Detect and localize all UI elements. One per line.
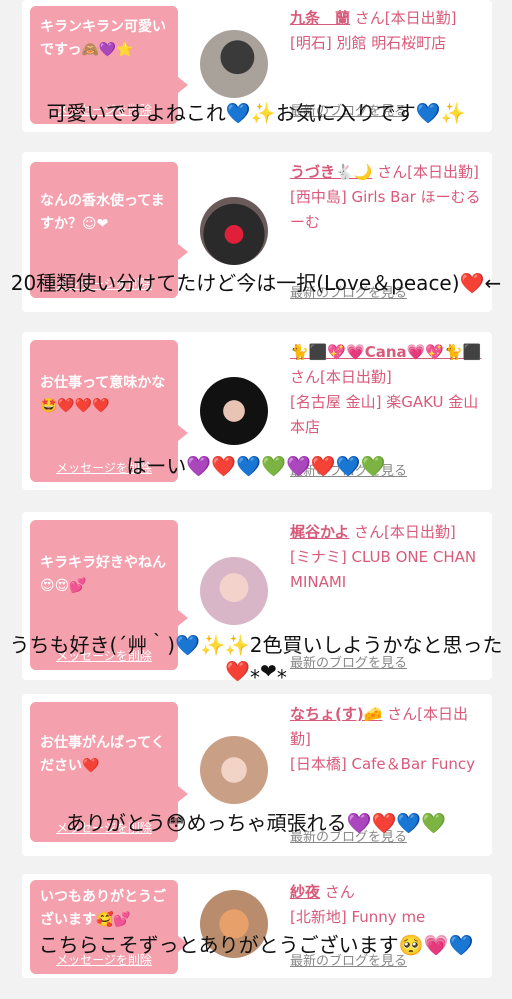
- cast-info: 紗夜 さん [北新地] Funny me: [290, 880, 486, 930]
- overlay-caption: うちも好き(´艸｀)💙✨✨2色買いしようかなと思った❤️⁎❤⁎: [9, 633, 503, 683]
- message-text: なんの香水使ってますか？☺︎❤: [40, 193, 165, 232]
- cast-area: [日本橋] Cafe＆Bar Funcy: [290, 755, 476, 773]
- message-text: キラキラ好きやねん😍😍💕: [40, 555, 166, 594]
- cast-name[interactable]: 九条 蘭: [290, 9, 350, 27]
- avatar[interactable]: [200, 30, 268, 98]
- cast-suffix: さん[本日出勤]: [354, 9, 457, 27]
- cast-info: 梶谷かよ さん[本日出勤] [ミナミ] CLUB ONE CHAN MINAMI: [290, 520, 486, 595]
- message-text: キランキラン可愛いですっ🙈💜⭐: [40, 19, 166, 58]
- cast-area: [名古屋 金山] 楽GAKU 金山本店: [290, 393, 479, 436]
- overlay-caption: 可愛いですよねこれ💙✨お気に入りです💙✨: [46, 101, 466, 125]
- cast-suffix: さん[本日出勤]: [290, 368, 392, 386]
- cast-area: [ミナミ] CLUB ONE CHAN MINAMI: [290, 548, 477, 591]
- cast-area: [西中島] Girls Bar ほーむるーむ: [290, 188, 481, 231]
- cast-info: うづき🐇🌙 さん[本日出勤] [西中島] Girls Bar ほーむるーむ: [290, 160, 486, 235]
- cast-name[interactable]: なちょ(す)🧀: [290, 705, 382, 723]
- cast-info: 🐈⬛💖💗Cana💗💖🐈⬛ さん[本日出勤] [名古屋 金山] 楽GAKU 金山本…: [290, 340, 486, 440]
- message-card: いつもありがとうございます🥰💕 メッセージを削除 紗夜 さん [北新地] Fun…: [22, 874, 492, 978]
- cast-name[interactable]: 紗夜: [290, 883, 320, 901]
- message-text: お仕事って意味かな🤩❤️❤️❤️: [40, 375, 166, 414]
- cast-area: [北新地] Funny me: [290, 908, 426, 926]
- cast-name[interactable]: 🐈⬛💖💗Cana💗💖🐈⬛: [290, 343, 481, 361]
- avatar[interactable]: [200, 736, 268, 804]
- message-text: お仕事がんばってください❤️: [40, 735, 165, 774]
- overlay-caption: 20種類使い分けてたけど今は一択(Love＆peace)❤️←: [10, 271, 502, 295]
- message-text: いつもありがとうございます🥰💕: [40, 889, 166, 928]
- cast-area: [明石] 別館 明石桜町店: [290, 34, 447, 52]
- cast-suffix: さん[本日出勤]: [377, 163, 479, 181]
- cast-name[interactable]: 梶谷かよ: [290, 523, 349, 541]
- cast-suffix: さん: [324, 883, 355, 901]
- cast-suffix: さん[本日出勤]: [354, 523, 456, 541]
- overlay-caption: はーい💜❤️💙💚💜❤️💙💚: [126, 454, 386, 478]
- overlay-caption: ありがとう😳めっちゃ頑張れる💜❤️💙💚: [65, 811, 447, 835]
- overlay-caption: こちらこそずっとありがとうございます🥺💗💙: [38, 933, 474, 957]
- cast-info: なちょ(す)🧀 さん[本日出勤] [日本橋] Cafe＆Bar Funcy: [290, 702, 486, 777]
- avatar[interactable]: [200, 377, 268, 445]
- cast-info: 九条 蘭 さん[本日出勤] [明石] 別館 明石桜町店: [290, 6, 486, 56]
- avatar[interactable]: [200, 197, 268, 265]
- cast-name[interactable]: うづき🐇🌙: [290, 163, 372, 181]
- message-bubble: いつもありがとうございます🥰💕 メッセージを削除: [30, 880, 188, 974]
- avatar[interactable]: [200, 557, 268, 625]
